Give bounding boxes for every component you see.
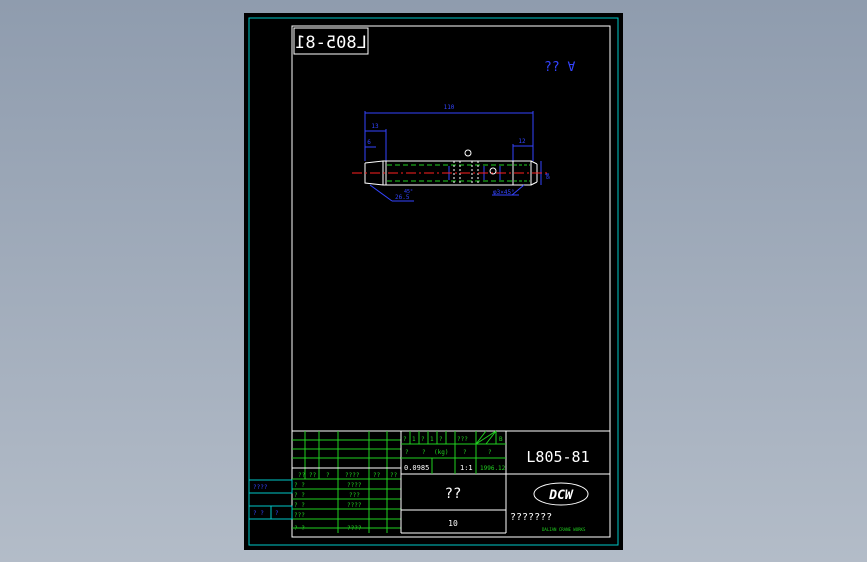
date-value: 1996.12 [480,465,506,472]
surface-mark: ?? ∀ [544,60,575,75]
weight-value: 0.0985 [404,464,429,472]
rev-header-5: ?? [390,472,398,479]
sign-role-2: ? ? [294,502,305,509]
rev-header-4: ?? [373,472,381,479]
hdr-0: ? [403,436,407,443]
sign-role-0: ? ? [294,482,305,489]
middle-block [401,431,610,534]
dim-left-dia: 26.5 [395,194,410,201]
sign-name-4: ???? [347,525,362,532]
row2-3: ? [463,449,467,456]
sign-role-1: ? ? [294,492,305,499]
hdr-4: ? [439,436,443,443]
dim-right-len: 12 [518,138,526,145]
scale-value: 1:1 [460,464,473,472]
side-label-2: ? [275,510,279,517]
rev-header-3: ???? [345,472,360,479]
company-name: ??????? [510,512,552,523]
sign-name-2: ???? [347,502,362,509]
rev-header-1: ?? [309,472,317,479]
row2-0: ? [405,449,409,456]
dim-left-small: 6 [367,139,371,146]
rev-header-2: ? [326,472,330,479]
sign-role-3: ??? [294,512,305,519]
dim-right-note: φ3×45° [493,189,515,196]
part-view: 110 13 6 12 φ8 26.5 45° φ3×45° [352,104,550,202]
company-sub: DALIAN CRANE WORKS [542,527,586,532]
company-logo-text: DCW [548,488,574,503]
hdr-2: ? [421,436,425,443]
hdr-1: 1 [412,436,416,443]
part-name: ?? [445,486,462,502]
drawing-sheet: L805-81 ?? ∀ 110 13 6 12 φ8 26.5 45° φ3×… [244,13,623,550]
dim-left-len: 13 [371,123,379,130]
mirrored-code: L805-81 [295,33,367,53]
part-number: L805-81 [526,448,589,466]
dim-overall: 110 [444,104,455,111]
hdr-3: 1 [430,436,434,443]
side-label-1: ? ? [253,510,264,517]
material: 10 [448,519,458,528]
dim-right-dia: φ8 [544,173,550,179]
title-block: ?? ?? ? ???? ?? ?? ? ? ???? ? ? ??? ? ? … [248,430,610,534]
sign-role-4: ? ? [294,525,305,532]
hdr-7: B [499,436,503,443]
dim-left-angle: 45° [404,189,413,195]
row2-1: ? [422,449,426,456]
rev-header-0: ?? [298,472,306,479]
side-label-0: ???? [253,484,268,491]
row2-4: ? [488,449,492,456]
sign-name-1: ??? [349,492,360,499]
cad-drawing: L805-81 ?? ∀ 110 13 6 12 φ8 26.5 45° φ3×… [248,17,619,546]
sign-name-0: ???? [347,482,362,489]
hdr-5: ??? [457,436,468,443]
row2-2: (kg) [434,449,448,456]
